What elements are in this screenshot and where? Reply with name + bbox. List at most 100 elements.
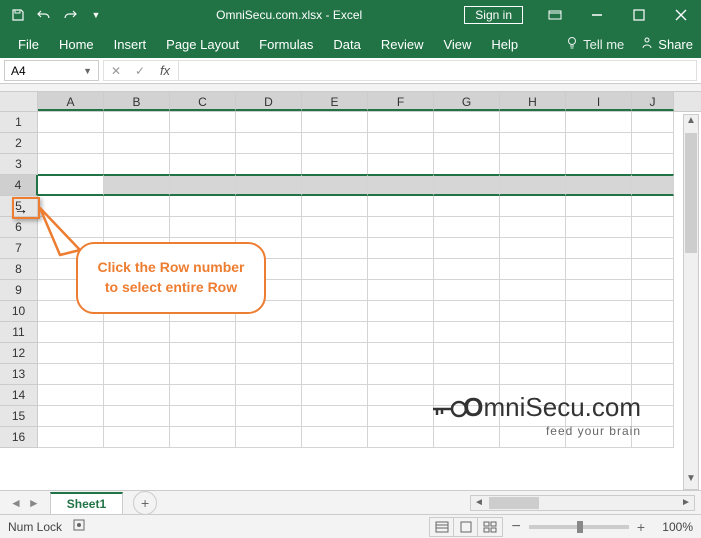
- cell-B14[interactable]: [104, 385, 170, 406]
- column-header-a[interactable]: A: [38, 92, 104, 111]
- row-header-8[interactable]: 8: [0, 259, 38, 280]
- add-sheet-icon[interactable]: +: [133, 491, 157, 515]
- cell-H5[interactable]: [500, 196, 566, 217]
- row-header-7[interactable]: 7: [0, 238, 38, 259]
- cell-E3[interactable]: [302, 154, 368, 175]
- cell-E13[interactable]: [302, 364, 368, 385]
- cell-G3[interactable]: [434, 154, 500, 175]
- cancel-formula-icon[interactable]: ✕: [104, 64, 128, 78]
- cell-E4[interactable]: [302, 174, 368, 196]
- tab-home[interactable]: Home: [49, 33, 104, 56]
- cell-I6[interactable]: [566, 217, 632, 238]
- cell-G11[interactable]: [434, 322, 500, 343]
- cell-B16[interactable]: [104, 427, 170, 448]
- cell-H10[interactable]: [500, 301, 566, 322]
- cell-F14[interactable]: [368, 385, 434, 406]
- tell-me[interactable]: Tell me: [565, 36, 624, 53]
- row-header-1[interactable]: 1: [0, 112, 38, 133]
- tab-review[interactable]: Review: [371, 33, 434, 56]
- cell-A6[interactable]: [38, 217, 104, 238]
- zoom-thumb[interactable]: [577, 521, 583, 533]
- cell-A3[interactable]: [38, 154, 104, 175]
- cell-B15[interactable]: [104, 406, 170, 427]
- cell-H8[interactable]: [500, 259, 566, 280]
- share-button[interactable]: Share: [640, 36, 693, 53]
- column-header-b[interactable]: B: [104, 92, 170, 111]
- cell-I11[interactable]: [566, 322, 632, 343]
- column-header-c[interactable]: C: [170, 92, 236, 111]
- cell-J13[interactable]: [632, 364, 674, 385]
- cell-H11[interactable]: [500, 322, 566, 343]
- cell-I4[interactable]: [566, 174, 632, 196]
- cell-E2[interactable]: [302, 133, 368, 154]
- cell-J8[interactable]: [632, 259, 674, 280]
- cell-F16[interactable]: [368, 427, 434, 448]
- cell-D11[interactable]: [236, 322, 302, 343]
- cell-D16[interactable]: [236, 427, 302, 448]
- maximize-icon[interactable]: [619, 0, 659, 30]
- column-header-e[interactable]: E: [302, 92, 368, 111]
- qat-dropdown-icon[interactable]: ▼: [86, 5, 106, 25]
- cell-E7[interactable]: [302, 238, 368, 259]
- cell-A1[interactable]: [38, 112, 104, 133]
- vertical-scrollbar[interactable]: ▲ ▼: [683, 114, 699, 490]
- cell-I13[interactable]: [566, 364, 632, 385]
- hscroll-thumb[interactable]: [489, 497, 539, 509]
- cell-I10[interactable]: [566, 301, 632, 322]
- cell-B2[interactable]: [104, 133, 170, 154]
- cell-F4[interactable]: [368, 174, 434, 196]
- cell-D12[interactable]: [236, 343, 302, 364]
- cell-A15[interactable]: [38, 406, 104, 427]
- cell-B6[interactable]: [104, 217, 170, 238]
- zoom-in-icon[interactable]: +: [637, 519, 645, 535]
- redo-icon[interactable]: [60, 5, 80, 25]
- cell-F3[interactable]: [368, 154, 434, 175]
- row-header-11[interactable]: 11: [0, 322, 38, 343]
- cell-G1[interactable]: [434, 112, 500, 133]
- row-header-6[interactable]: 6: [0, 217, 38, 238]
- cell-E11[interactable]: [302, 322, 368, 343]
- cell-F9[interactable]: [368, 280, 434, 301]
- cell-C12[interactable]: [170, 343, 236, 364]
- cell-C15[interactable]: [170, 406, 236, 427]
- cell-A14[interactable]: [38, 385, 104, 406]
- ribbon-display-icon[interactable]: [535, 0, 575, 30]
- cell-A2[interactable]: [38, 133, 104, 154]
- cell-C11[interactable]: [170, 322, 236, 343]
- cell-E8[interactable]: [302, 259, 368, 280]
- cell-C14[interactable]: [170, 385, 236, 406]
- cell-A4[interactable]: [38, 174, 104, 196]
- cell-B13[interactable]: [104, 364, 170, 385]
- tab-help[interactable]: Help: [481, 33, 528, 56]
- row-header-16[interactable]: 16: [0, 427, 38, 448]
- row-header-13[interactable]: 13: [0, 364, 38, 385]
- fx-icon[interactable]: fx: [152, 63, 178, 78]
- cell-H6[interactable]: [500, 217, 566, 238]
- cell-J2[interactable]: [632, 133, 674, 154]
- cell-H2[interactable]: [500, 133, 566, 154]
- row-header-4[interactable]: 4: [0, 175, 38, 196]
- cell-D2[interactable]: [236, 133, 302, 154]
- cell-J10[interactable]: [632, 301, 674, 322]
- select-all-corner[interactable]: [0, 92, 38, 111]
- cell-I12[interactable]: [566, 343, 632, 364]
- cell-E9[interactable]: [302, 280, 368, 301]
- cell-J11[interactable]: [632, 322, 674, 343]
- cell-C1[interactable]: [170, 112, 236, 133]
- cell-J9[interactable]: [632, 280, 674, 301]
- cell-H9[interactable]: [500, 280, 566, 301]
- cell-B11[interactable]: [104, 322, 170, 343]
- cell-G6[interactable]: [434, 217, 500, 238]
- zoom-level[interactable]: 100%: [653, 520, 693, 534]
- cell-D3[interactable]: [236, 154, 302, 175]
- cell-J5[interactable]: [632, 196, 674, 217]
- cell-F8[interactable]: [368, 259, 434, 280]
- cell-G10[interactable]: [434, 301, 500, 322]
- cell-C13[interactable]: [170, 364, 236, 385]
- zoom-out-icon[interactable]: −: [511, 518, 520, 536]
- cell-F13[interactable]: [368, 364, 434, 385]
- cell-F11[interactable]: [368, 322, 434, 343]
- scroll-down-icon[interactable]: ▼: [686, 473, 696, 489]
- cell-J3[interactable]: [632, 154, 674, 175]
- cell-B5[interactable]: [104, 196, 170, 217]
